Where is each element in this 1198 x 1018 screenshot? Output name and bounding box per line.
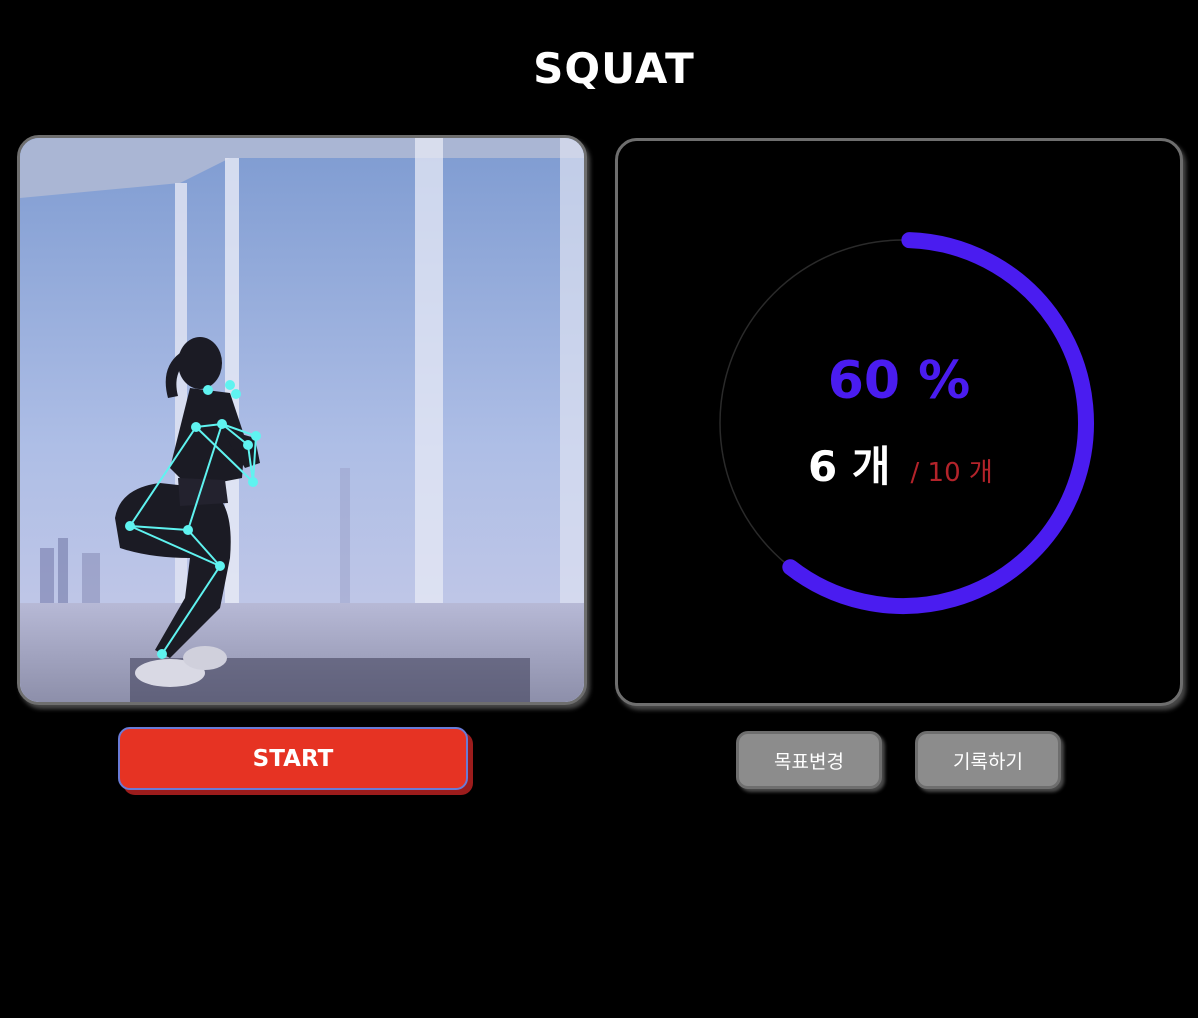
page-title: SQUAT: [533, 44, 695, 93]
change-goal-button[interactable]: 목표변경: [736, 731, 882, 789]
progress-ring: [719, 232, 1094, 614]
start-button[interactable]: START: [118, 727, 468, 790]
current-count: 6 개: [808, 442, 891, 491]
goal-count: / 10 개: [910, 458, 993, 488]
camera-feed: [17, 135, 587, 705]
progress-percent: 60 %: [827, 351, 971, 411]
camera-image: [20, 138, 584, 702]
progress-ring-arc: [782, 232, 1094, 614]
progress-panel: 60 % 6 개 / 10 개: [615, 138, 1183, 706]
record-button[interactable]: 기록하기: [915, 731, 1061, 789]
count-row: 6 개 / 10 개: [808, 433, 993, 494]
